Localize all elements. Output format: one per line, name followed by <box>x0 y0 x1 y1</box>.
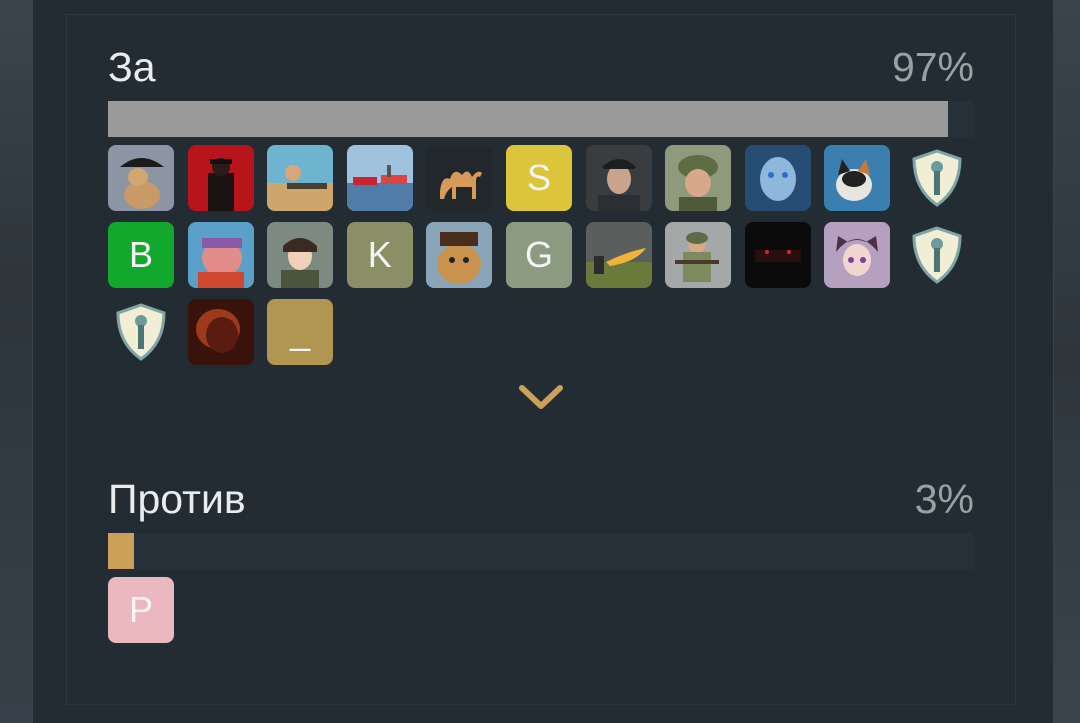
divider <box>66 704 1016 705</box>
avatar-letter: S <box>526 157 551 198</box>
officer-portrait-avatar[interactable] <box>585 145 652 211</box>
divider <box>66 0 1016 15</box>
red-officer-avatar[interactable] <box>187 145 254 211</box>
ships-avatar[interactable] <box>346 145 413 211</box>
avatar-letter: _ <box>290 311 311 352</box>
fire-silhouette-avatar[interactable] <box>187 299 254 365</box>
dark-tank-avatar[interactable] <box>744 222 811 288</box>
result-bar <box>108 101 974 137</box>
poll-option-against: Против 3% P <box>108 476 974 643</box>
divider <box>1015 14 1016 704</box>
avatar-letter: P <box>128 589 153 630</box>
chevron-down-icon[interactable] <box>518 380 564 414</box>
result-bar <box>108 533 974 569</box>
background-left <box>0 0 32 723</box>
anime-cat-girl-avatar[interactable] <box>824 222 891 288</box>
voter-avatar[interactable]: S <box>506 145 572 211</box>
option-label: За <box>108 44 156 90</box>
voter-avatar[interactable]: P <box>108 577 174 643</box>
voter-avatar[interactable]: G <box>506 222 572 288</box>
voter-avatar[interactable]: K <box>346 222 413 288</box>
result-bar-fill <box>108 101 949 137</box>
result-bar-fill <box>108 533 134 569</box>
option-label: Против <box>108 476 246 522</box>
background-right <box>1052 0 1080 723</box>
avatar-letter: K <box>367 234 392 275</box>
camel-bicorne-avatar[interactable] <box>108 145 174 211</box>
avatar-letter: B <box>128 234 153 275</box>
voter-avatar[interactable]: B <box>108 222 174 288</box>
default-shield-avatar[interactable] <box>904 222 970 288</box>
anime-soldier-avatar[interactable] <box>267 222 334 288</box>
bear-ushanka-avatar[interactable] <box>426 222 493 288</box>
option-percent: 97% <box>891 44 974 90</box>
cat-avatar[interactable] <box>824 145 891 211</box>
night-king-avatar[interactable] <box>744 145 811 211</box>
rifleman-avatar[interactable] <box>665 222 732 288</box>
option-percent: 3% <box>914 476 974 522</box>
default-shield-avatar[interactable] <box>904 145 970 211</box>
pig-king-avatar[interactable] <box>187 222 254 288</box>
soldier-helmet-avatar[interactable] <box>665 145 732 211</box>
divider <box>66 14 67 704</box>
default-shield-avatar[interactable] <box>108 299 174 365</box>
desert-gunner-avatar[interactable] <box>267 145 334 211</box>
poll-option-for: За 97% S B K G _ <box>108 44 974 365</box>
flamethrower-avatar[interactable] <box>585 222 652 288</box>
camel-silhouette-avatar[interactable] <box>426 145 493 211</box>
avatar-letter: G <box>524 234 553 275</box>
voter-avatar[interactable]: _ <box>267 299 334 365</box>
